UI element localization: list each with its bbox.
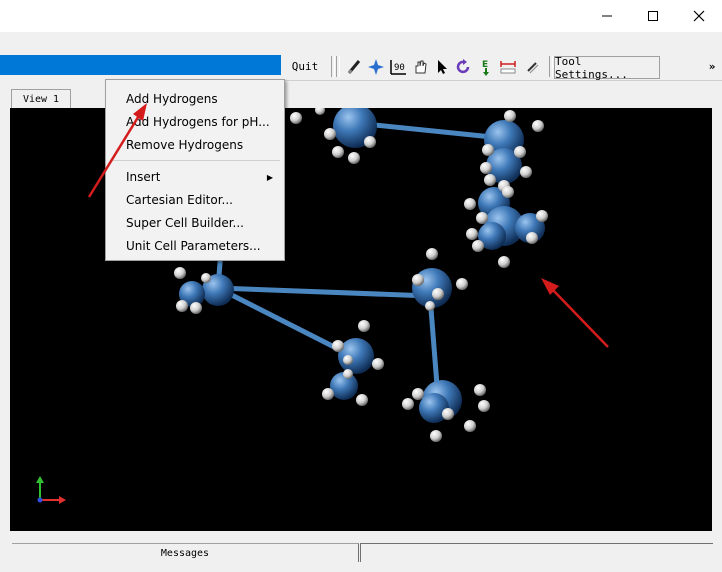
minimize-button[interactable]	[584, 0, 630, 32]
menu-item-add-hydrogens-ph[interactable]: Add Hydrogens for pH...	[107, 111, 283, 133]
toolbar-separator	[336, 56, 340, 77]
rotate-icon[interactable]	[454, 56, 474, 77]
svg-text:90: 90	[394, 63, 405, 73]
maximize-button[interactable]	[630, 0, 676, 32]
drag-icon[interactable]	[410, 56, 430, 77]
menu-bar	[0, 32, 722, 52]
submenu-arrow-icon: ▶	[266, 172, 273, 182]
align-icon[interactable]: 90	[388, 56, 408, 77]
navigate-icon[interactable]	[366, 56, 386, 77]
title-bar	[0, 0, 722, 32]
quit-button[interactable]: Quit	[283, 56, 327, 77]
menu-item-unit-cell-parameters[interactable]: Unit Cell Parameters...	[107, 235, 283, 257]
tool-settings-button[interactable]: Tool Settings...	[554, 55, 660, 81]
tab-view-1[interactable]: View 1	[11, 89, 71, 109]
menu-item-label: Remove Hydrogens	[126, 138, 244, 152]
bond-tool-icon[interactable]	[522, 56, 542, 77]
messages-panel: Messages	[0, 531, 722, 572]
select-icon[interactable]	[432, 56, 452, 77]
menu-item-insert[interactable]: Insert ▶	[107, 166, 283, 188]
draw-icon[interactable]	[344, 56, 364, 77]
menu-item-cartesian-editor[interactable]: Cartesian Editor...	[107, 189, 283, 211]
minimize-icon	[602, 15, 612, 17]
messages-tab[interactable]: Messages	[12, 543, 359, 562]
active-menu-header	[0, 55, 281, 75]
maximize-icon	[648, 11, 658, 21]
close-icon	[693, 10, 705, 22]
toolbar: Quit 90 E Tool Settings... »	[281, 53, 722, 81]
menu-item-label: Unit Cell Parameters...	[126, 239, 261, 253]
toolbar-overflow-button[interactable]: »	[704, 56, 720, 77]
menu-item-remove-hydrogens[interactable]: Remove Hydrogens	[107, 134, 283, 156]
measure-icon[interactable]	[498, 56, 518, 77]
extrude-icon[interactable]: E	[476, 56, 496, 77]
axis-indicator	[36, 476, 66, 504]
close-button[interactable]	[676, 0, 722, 32]
menu-item-super-cell-builder[interactable]: Super Cell Builder...	[107, 212, 283, 234]
menu-item-label: Add Hydrogens	[126, 92, 218, 106]
menu-separator	[110, 160, 280, 161]
menu-item-label: Insert	[126, 170, 161, 184]
menu-item-label: Cartesian Editor...	[126, 193, 233, 207]
toolbar-separator	[549, 56, 553, 77]
menu-item-add-hydrogens[interactable]: Add Hydrogens	[107, 88, 283, 110]
menu-item-label: Add Hydrogens for pH...	[126, 115, 270, 129]
messages-area	[360, 543, 713, 562]
menu-item-label: Super Cell Builder...	[126, 216, 244, 230]
build-context-menu: Add Hydrogens Add Hydrogens for pH... Re…	[105, 79, 285, 261]
toolbar-separator	[331, 56, 335, 77]
